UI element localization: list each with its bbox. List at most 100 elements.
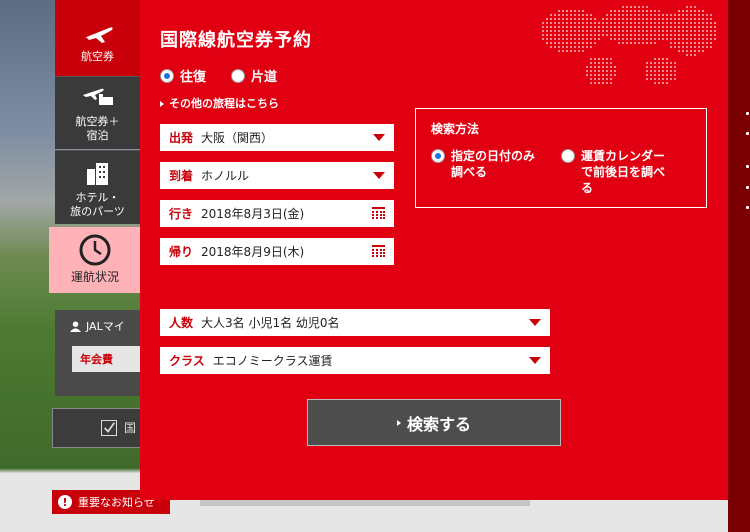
search-method-exact-date-radio[interactable]: 指定の日付のみ 調べる [431, 148, 535, 180]
map-dot [698, 34, 700, 36]
map-dot [590, 66, 592, 68]
map-dot [694, 50, 696, 52]
map-dot [714, 30, 716, 32]
map-dot [546, 26, 548, 28]
map-dot [638, 22, 640, 24]
map-dot [570, 30, 572, 32]
map-dot [562, 22, 564, 24]
map-dot [682, 34, 684, 36]
map-dot [690, 38, 692, 40]
map-dot [558, 14, 560, 16]
map-dot [646, 38, 648, 40]
map-dot [682, 26, 684, 28]
other-itinerary-link[interactable]: その他の旅程はこちら [160, 95, 279, 111]
map-dot [638, 38, 640, 40]
map-dot [706, 18, 708, 20]
map-dot [574, 14, 576, 16]
map-dot [554, 22, 556, 24]
map-dot [670, 42, 672, 44]
map-dot [562, 42, 564, 44]
map-dot [670, 18, 672, 20]
map-dot [694, 46, 696, 48]
dropdown-caret-icon [529, 357, 541, 364]
dropdown-caret-icon [373, 134, 385, 141]
search-button[interactable]: 検索する [307, 399, 561, 446]
map-dot [594, 38, 596, 40]
map-dot [622, 42, 624, 44]
map-dot [666, 62, 668, 64]
map-dot [626, 22, 628, 24]
map-dot [654, 26, 656, 28]
map-dot [610, 82, 612, 84]
map-dot [574, 26, 576, 28]
map-dot [666, 22, 668, 24]
map-dot [678, 34, 680, 36]
map-dot [654, 34, 656, 36]
map-dot [562, 38, 564, 40]
map-dot [714, 34, 716, 36]
map-dot [582, 26, 584, 28]
map-dot [562, 10, 564, 12]
annual-fee-button[interactable]: 年会費 [72, 346, 142, 372]
map-dot [662, 18, 664, 20]
map-dot [558, 38, 560, 40]
map-dot [662, 30, 664, 32]
jal-mileage-label[interactable]: JALマイ [70, 318, 125, 334]
map-dot [658, 18, 660, 20]
tab-flight-status[interactable]: 運航状況 [49, 227, 141, 293]
arrival-select[interactable]: 到着 ホノルル [160, 162, 394, 189]
map-dot [638, 30, 640, 32]
calendar-icon[interactable] [372, 207, 385, 219]
passengers-select[interactable]: 人数 大人3名 小児1名 幼児0名 [160, 309, 550, 336]
map-dot [618, 34, 620, 36]
map-dot [642, 18, 644, 20]
map-dot [610, 62, 612, 64]
map-dot [698, 10, 700, 12]
map-dot [714, 22, 716, 24]
map-dot [682, 46, 684, 48]
map-dot [678, 42, 680, 44]
class-select[interactable]: クラス エコノミークラス運賃 [160, 347, 550, 374]
calendar-icon[interactable] [372, 245, 385, 257]
map-dot [650, 74, 652, 76]
map-dot [610, 58, 612, 60]
map-dot [682, 14, 684, 16]
map-dot [586, 74, 588, 76]
tab-flight[interactable]: 航空券 [55, 0, 140, 76]
map-dot [662, 22, 664, 24]
round-trip-radio[interactable]: 往復 [160, 66, 206, 85]
tab-hotel-parts[interactable]: ホテル・ 旅のパーツ [55, 150, 140, 224]
arrow-right-icon [160, 101, 164, 107]
return-date-field[interactable]: 帰り 2018年8月9日(木) [160, 238, 394, 265]
map-dot [654, 82, 656, 84]
map-dot [570, 34, 572, 36]
map-dot [646, 70, 648, 72]
map-dot [698, 42, 700, 44]
map-dot [646, 6, 648, 8]
map-dot [674, 18, 676, 20]
map-dot [674, 34, 676, 36]
map-dot [686, 6, 688, 8]
map-dot [554, 38, 556, 40]
tab-flight-hotel[interactable]: 航空券＋ 宿泊 [55, 76, 140, 149]
map-dot [682, 50, 684, 52]
map-dot [606, 74, 608, 76]
map-dot [710, 42, 712, 44]
map-dot [578, 46, 580, 48]
search-method-calendar-radio[interactable]: 運賃カレンダー で前後日を調べ る [561, 148, 665, 196]
map-dot [550, 46, 552, 48]
map-dot [562, 26, 564, 28]
map-dot [586, 18, 588, 20]
departure-select[interactable]: 出発 大阪（関西） [160, 124, 394, 151]
map-dot [658, 38, 660, 40]
map-dot [602, 62, 604, 64]
map-dot [642, 34, 644, 36]
outbound-date-field[interactable]: 行き 2018年8月3日(金) [160, 200, 394, 227]
map-dot [566, 22, 568, 24]
checkbox-icon[interactable] [101, 420, 117, 436]
map-dot [582, 22, 584, 24]
map-dot [598, 70, 600, 72]
map-dot [610, 26, 612, 28]
one-way-radio[interactable]: 片道 [231, 66, 277, 85]
map-dot [550, 38, 552, 40]
